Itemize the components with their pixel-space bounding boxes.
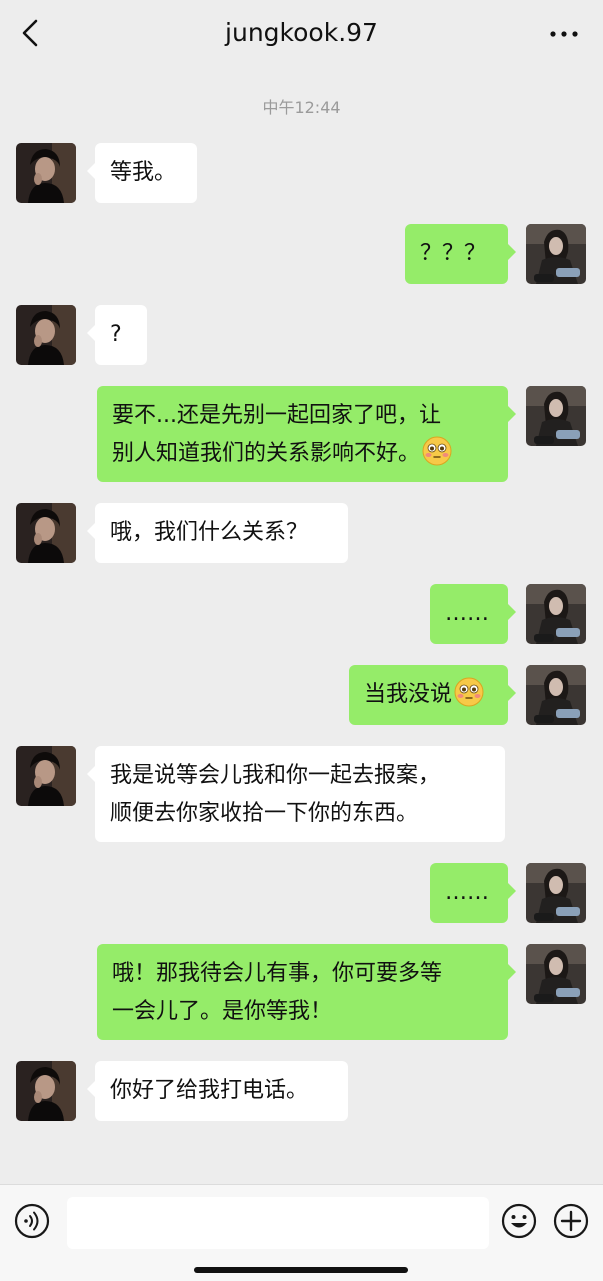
contact-avatar[interactable] — [16, 305, 76, 365]
contact-avatar[interactable] — [16, 503, 76, 563]
message-text: 哦，我们什么关系？ — [110, 520, 309, 545]
chat-header: jungkook.97 — [0, 0, 603, 72]
my-avatar[interactable] — [526, 944, 586, 1004]
home-indicator — [194, 1267, 408, 1273]
emoji-smile-icon[interactable] — [501, 1203, 537, 1239]
outgoing-message[interactable]: ？？？ — [405, 224, 516, 284]
plus-circle-icon[interactable] — [553, 1203, 589, 1239]
incoming-message[interactable]: 哦，我们什么关系？ — [87, 503, 348, 563]
my-avatar[interactable] — [526, 665, 586, 725]
message-text: 你好了给我打电话。 — [110, 1078, 309, 1103]
my-avatar[interactable] — [526, 584, 586, 644]
message-text-line: 别人知道我们的关系影响不好。 — [112, 441, 421, 466]
contact-avatar[interactable] — [16, 746, 76, 806]
message-text: 等我。 — [110, 160, 177, 185]
contact-avatar[interactable] — [16, 143, 76, 203]
chat-title: jungkook.97 — [225, 18, 378, 47]
message-input[interactable] — [67, 1197, 489, 1249]
incoming-message[interactable]: 等我。 — [87, 143, 197, 203]
more-dots-icon[interactable] — [549, 24, 579, 44]
message-text: …… — [445, 601, 489, 626]
outgoing-message[interactable]: …… — [430, 584, 516, 644]
message-text-line: 要不...还是先别一起回家了吧，让 — [112, 403, 441, 428]
message-text: 当我没说 — [364, 682, 453, 707]
message-text: ? — [110, 322, 122, 347]
my-avatar[interactable] — [526, 863, 586, 923]
voice-icon[interactable] — [14, 1203, 50, 1239]
message-text: …… — [445, 880, 489, 905]
incoming-message[interactable]: 你好了给我打电话。 — [87, 1061, 348, 1121]
flushed-face-emoji — [454, 677, 484, 707]
outgoing-message[interactable]: 哦！那我待会儿有事，你可要多等 一会儿了。是你等我！ — [97, 944, 516, 1040]
message-text-line: 顺便去你家收拾一下你的东西。 — [110, 801, 419, 826]
outgoing-message[interactable]: 要不...还是先别一起回家了吧，让 别人知道我们的关系影响不好。 — [97, 386, 516, 482]
my-avatar[interactable] — [526, 224, 586, 284]
incoming-message[interactable]: ? — [87, 305, 147, 365]
flushed-face-emoji — [422, 436, 452, 466]
message-text-line: 我是说等会儿我和你一起去报案， — [110, 763, 441, 788]
contact-avatar[interactable] — [16, 1061, 76, 1121]
my-avatar[interactable] — [526, 386, 586, 446]
message-text-line: 一会儿了。是你等我！ — [112, 999, 333, 1024]
message-text: ？？？ — [420, 241, 487, 266]
outgoing-message[interactable]: 当我没说 — [349, 665, 516, 725]
message-timestamp: 中午12:44 — [262, 98, 341, 117]
message-text-line: 哦！那我待会儿有事，你可要多等 — [112, 961, 443, 986]
outgoing-message[interactable]: …… — [430, 863, 516, 923]
incoming-message[interactable]: 我是说等会儿我和你一起去报案， 顺便去你家收拾一下你的东西。 — [87, 746, 505, 842]
